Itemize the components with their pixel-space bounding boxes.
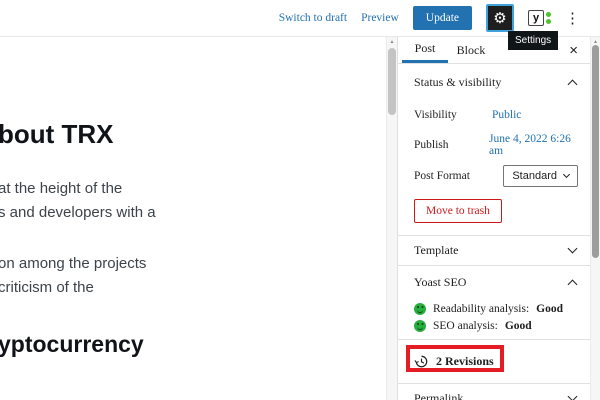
paragraph-line: on among the projects: [0, 255, 147, 272]
revisions-clock-icon: [414, 355, 428, 368]
more-options-button[interactable]: ⋮: [565, 11, 580, 26]
settings-sidebar: Post Block × Status & visibility Visibil…: [397, 37, 600, 400]
sidebar-scrollbar-thumb[interactable]: [592, 45, 599, 258]
readability-smiley-icon: [414, 303, 426, 315]
move-to-trash-button[interactable]: Move to trash: [414, 199, 502, 223]
gear-icon: ⚙: [493, 9, 507, 27]
paragraph-line: criticism of the: [0, 279, 94, 296]
post-heading-fragment[interactable]: bout TRX: [0, 119, 114, 150]
revisions-row[interactable]: 2 Revisions: [398, 339, 600, 383]
chevron-down-icon: [562, 170, 571, 178]
close-sidebar-button[interactable]: ×: [569, 43, 578, 58]
switch-to-draft-link[interactable]: Switch to draft: [279, 12, 347, 24]
paragraph-fragment[interactable]: at the height of the s and developers wi…: [0, 177, 156, 225]
panel-title: Yoast SEO: [414, 275, 467, 289]
readability-label: Readability analysis:: [433, 303, 530, 315]
scroll-up-arrow-icon[interactable]: ▲: [387, 37, 397, 48]
panel-permalink[interactable]: Permalink: [398, 383, 600, 400]
chevron-down-icon: [567, 391, 578, 400]
readability-score: Good: [536, 303, 563, 315]
panel-template[interactable]: Template: [398, 235, 600, 265]
panel-title: Status & visibility: [414, 74, 502, 89]
post-subheading-fragment[interactable]: yptocurrency: [0, 331, 144, 358]
post-format-row: Post Format Standard: [398, 160, 600, 192]
post-format-select[interactable]: Standard: [503, 165, 578, 187]
visibility-value-link[interactable]: Public: [492, 109, 521, 121]
chevron-up-icon: [567, 79, 578, 89]
panel-status-visibility[interactable]: Status & visibility: [398, 64, 600, 100]
yoast-dot-icon: [546, 19, 551, 24]
paragraph-line: s and developers with a: [0, 204, 156, 221]
seo-score: Good: [504, 320, 532, 332]
close-icon: ×: [569, 41, 578, 59]
panel-yoast-seo[interactable]: Yoast SEO: [398, 265, 600, 299]
editor-scrollbar-thumb[interactable]: [388, 48, 396, 115]
visibility-label: Visibility: [414, 109, 457, 121]
yoast-icon: y: [528, 10, 544, 26]
chevron-up-icon: [567, 279, 578, 290]
publish-label: Publish: [414, 139, 449, 151]
yoast-dot-icon: [546, 12, 551, 17]
paragraph-fragment[interactable]: on among the projects criticism of the: [0, 252, 146, 300]
preview-link[interactable]: Preview: [361, 12, 399, 24]
chevron-down-icon: [567, 243, 578, 254]
editor-canvas[interactable]: bout TRX at the height of the s and deve…: [0, 37, 386, 400]
paragraph-line: at the height of the: [0, 180, 123, 197]
seo-smiley-icon: [414, 320, 426, 332]
publish-row: Publish June 4, 2022 6:26 am: [398, 130, 600, 160]
panel-title: Permalink: [414, 391, 464, 400]
visibility-row: Visibility Public: [398, 100, 600, 130]
sidebar-tabs: Post Block ×: [398, 37, 600, 64]
tab-block[interactable]: Block: [448, 37, 494, 63]
seo-analysis-row[interactable]: SEO analysis: Good: [398, 319, 600, 339]
yoast-status-dots: [546, 12, 551, 24]
settings-gear-button[interactable]: ⚙: [486, 4, 514, 32]
readability-analysis-row[interactable]: Readability analysis: Good: [398, 299, 600, 319]
post-format-value: Standard: [512, 170, 557, 182]
panel-title: Template: [414, 243, 459, 257]
publish-date-link[interactable]: June 4, 2022 6:26 am: [489, 133, 584, 157]
settings-tooltip: Settings: [508, 31, 559, 50]
seo-label: SEO analysis:: [433, 320, 498, 332]
revisions-label: 2 Revisions: [436, 354, 494, 368]
kebab-menu-icon: ⋮: [565, 9, 580, 27]
post-format-label: Post Format: [414, 170, 470, 182]
update-button[interactable]: Update: [412, 6, 472, 30]
sidebar-scrollbar[interactable]: ▲: [590, 37, 600, 400]
editor-scrollbar[interactable]: ▲: [386, 37, 397, 400]
yoast-toolbar-button[interactable]: y: [528, 10, 551, 26]
tab-post[interactable]: Post: [402, 37, 448, 63]
wordpress-editor-screen: Switch to draft Preview Update ⚙ y ⋮ Set…: [0, 0, 600, 400]
